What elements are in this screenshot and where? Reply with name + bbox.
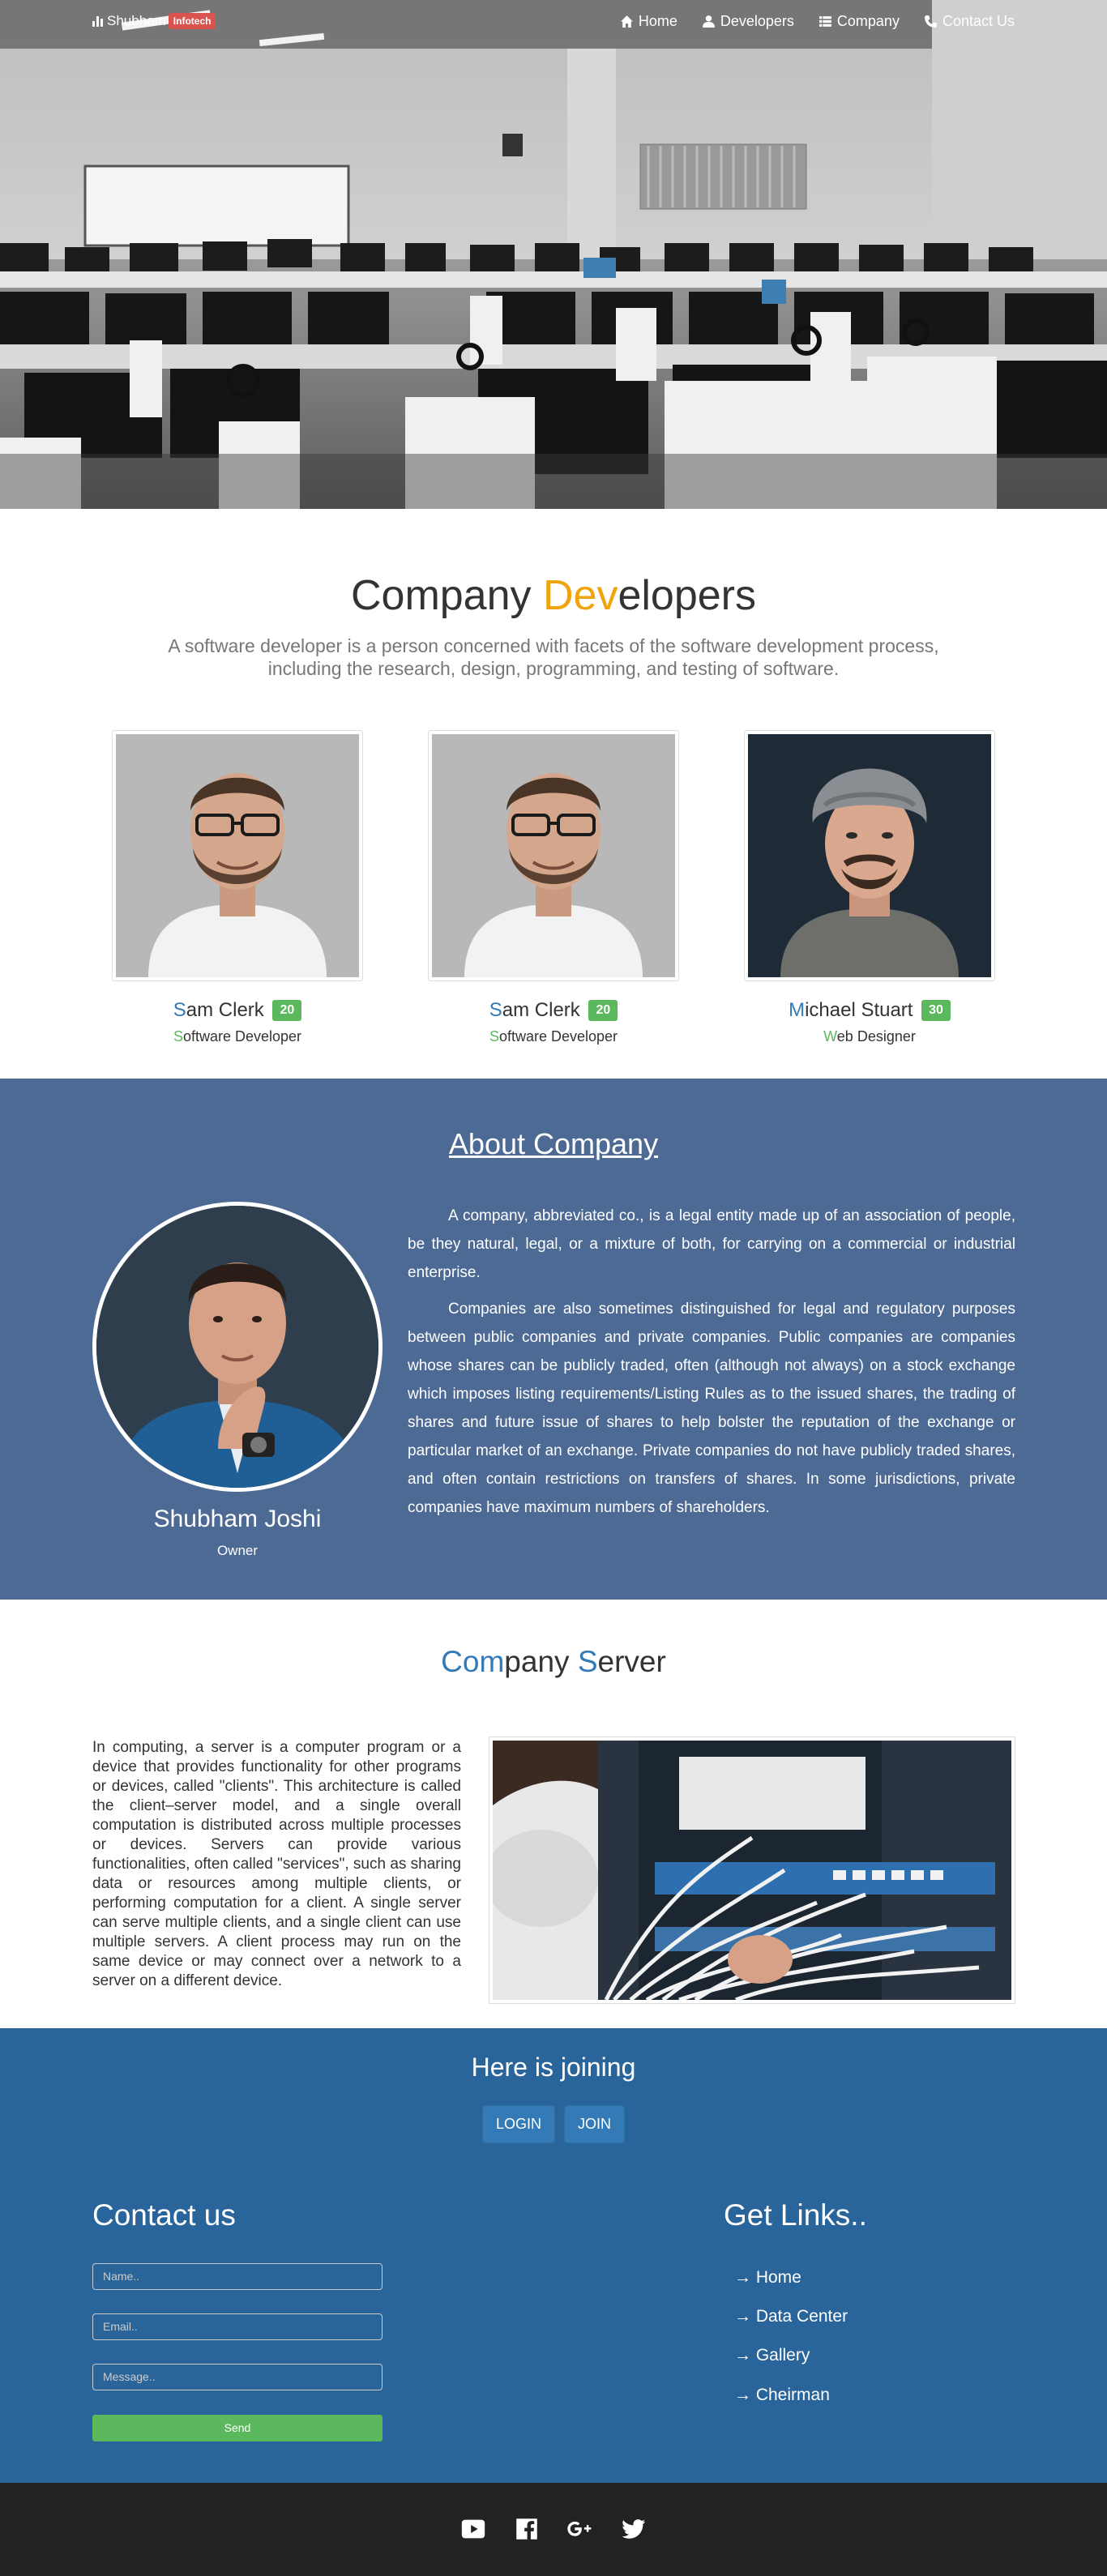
hero-image [0,0,1107,509]
developer-role-rest: eb Designer [836,1028,916,1044]
server-title: Company Server [0,1645,1107,1679]
about-title: About Company [448,1127,659,1160]
nav-developers-label: Developers [720,13,794,29]
developer-name: Sam Clerk 20 [428,999,679,1022]
developers-title-accent: Dev [542,572,618,619]
developer-role-rest: oftware Developer [182,1028,302,1044]
brand-logo[interactable]: Shubham Infotech [92,13,216,29]
developer-name-initial: S [173,999,186,1021]
join-title: Here is joining [471,2053,636,2082]
nav-contact-link[interactable]: Contact Us [924,13,1015,30]
developer-card: Michael Stuart 30 Web Designer [744,730,995,1045]
developer-photo [744,730,995,981]
twitter-icon[interactable] [620,2515,648,2547]
owner-photo [92,1202,383,1492]
owner-role: Owner [216,1543,259,1558]
nav-home-label: Home [638,13,677,29]
nav-contact-label: Contact Us [942,13,1015,29]
nav-company-link[interactable]: Company [818,13,900,30]
owner-name: Shubham Joshi [153,1506,322,1532]
developer-name-initial: S [489,999,502,1021]
send-button[interactable]: Send [92,2415,383,2441]
developer-name: Michael Stuart 30 [744,999,995,1022]
brand-badge: Infotech [168,13,216,29]
links-title: Get Links.. [724,2198,867,2232]
developer-role-initial: S [173,1028,183,1044]
navbar: Shubham Infotech Home Developers Company… [0,0,1107,44]
developers-title-part1: Company [350,572,543,619]
developer-card: Sam Clerk 20 Software Developer [112,730,363,1045]
server-title-accent2: S [577,1645,598,1678]
age-badge: 20 [272,1000,302,1021]
developer-photo [112,730,363,981]
developer-role: Web Designer [744,1028,995,1045]
server-title-part1: pany [504,1645,578,1678]
facebook-icon[interactable] [513,2515,541,2547]
developer-name-rest: ichael Stuart [805,999,913,1021]
age-badge: 20 [588,1000,618,1021]
nav-developers-link[interactable]: Developers [702,13,794,30]
about-paragraph: A company, abbreviated co., is a legal e… [408,1207,1015,1281]
bar-chart-icon [92,15,103,27]
user-icon [702,15,715,28]
link-gallery[interactable]: → Gallery [734,2346,810,2365]
developer-name-rest: am Clerk [186,999,264,1021]
server-photo [485,1737,1015,2004]
server-title-accent1: Com [441,1645,505,1678]
developers-title-part2: elopers [618,572,757,619]
message-field[interactable]: Message.. [92,2364,383,2390]
youtube-icon[interactable] [459,2515,487,2547]
name-field[interactable]: Name.. [92,2263,383,2290]
list-icon [818,16,831,27]
developer-name-rest: am Clerk [502,999,580,1021]
link-cheirman[interactable]: → Cheirman [734,2386,830,2405]
developers-title: Company Developers [0,571,1107,620]
age-badge: 30 [921,1000,951,1021]
contact-title: Contact us [92,2198,236,2232]
about-text: A company, abbreviated co., is a legal e… [408,1202,1015,1530]
server-title-part2: erver [597,1645,666,1678]
home-icon [620,15,633,28]
nav-home-link[interactable]: Home [620,13,677,30]
developer-role-initial: S [489,1028,499,1044]
nav-links: Home Developers Company Contact Us [620,13,1015,30]
developer-role: Software Developer [112,1028,363,1045]
brand-name: Shubham [107,13,166,28]
server-text: In computing, a server is a computer pro… [92,1739,461,1989]
login-button[interactable]: LOGIN [481,2105,555,2143]
google-plus-icon[interactable] [566,2515,594,2547]
developer-role-rest: oftware Developer [498,1028,618,1044]
developer-role-initial: W [823,1028,837,1044]
link-home[interactable]: → Home [734,2268,801,2288]
footer [0,2483,1107,2576]
nav-company-label: Company [836,13,900,29]
developer-card: Sam Clerk 20 Software Developer [428,730,679,1045]
developer-name-initial: M [789,999,806,1021]
about-paragraph: Companies are also sometimes distinguish… [408,1301,1015,1516]
developer-role: Software Developer [428,1028,679,1045]
developer-name: Sam Clerk 20 [112,999,363,1022]
email-field[interactable]: Email.. [92,2313,383,2340]
join-button[interactable]: JOIN [564,2105,626,2143]
phone-icon [925,15,937,28]
developer-photo [428,730,679,981]
join-buttons: LOGIN JOIN [0,2105,1107,2143]
link-data-center[interactable]: → Data Center [734,2307,848,2326]
contact-section: Here is joining LOGIN JOIN Contact us Na… [0,2028,1107,2483]
social-links [0,2515,1107,2547]
about-section: About Company Shubham Joshi Owner A comp… [0,1079,1107,1600]
developers-subtitle: A software developer is a person concern… [168,635,939,679]
